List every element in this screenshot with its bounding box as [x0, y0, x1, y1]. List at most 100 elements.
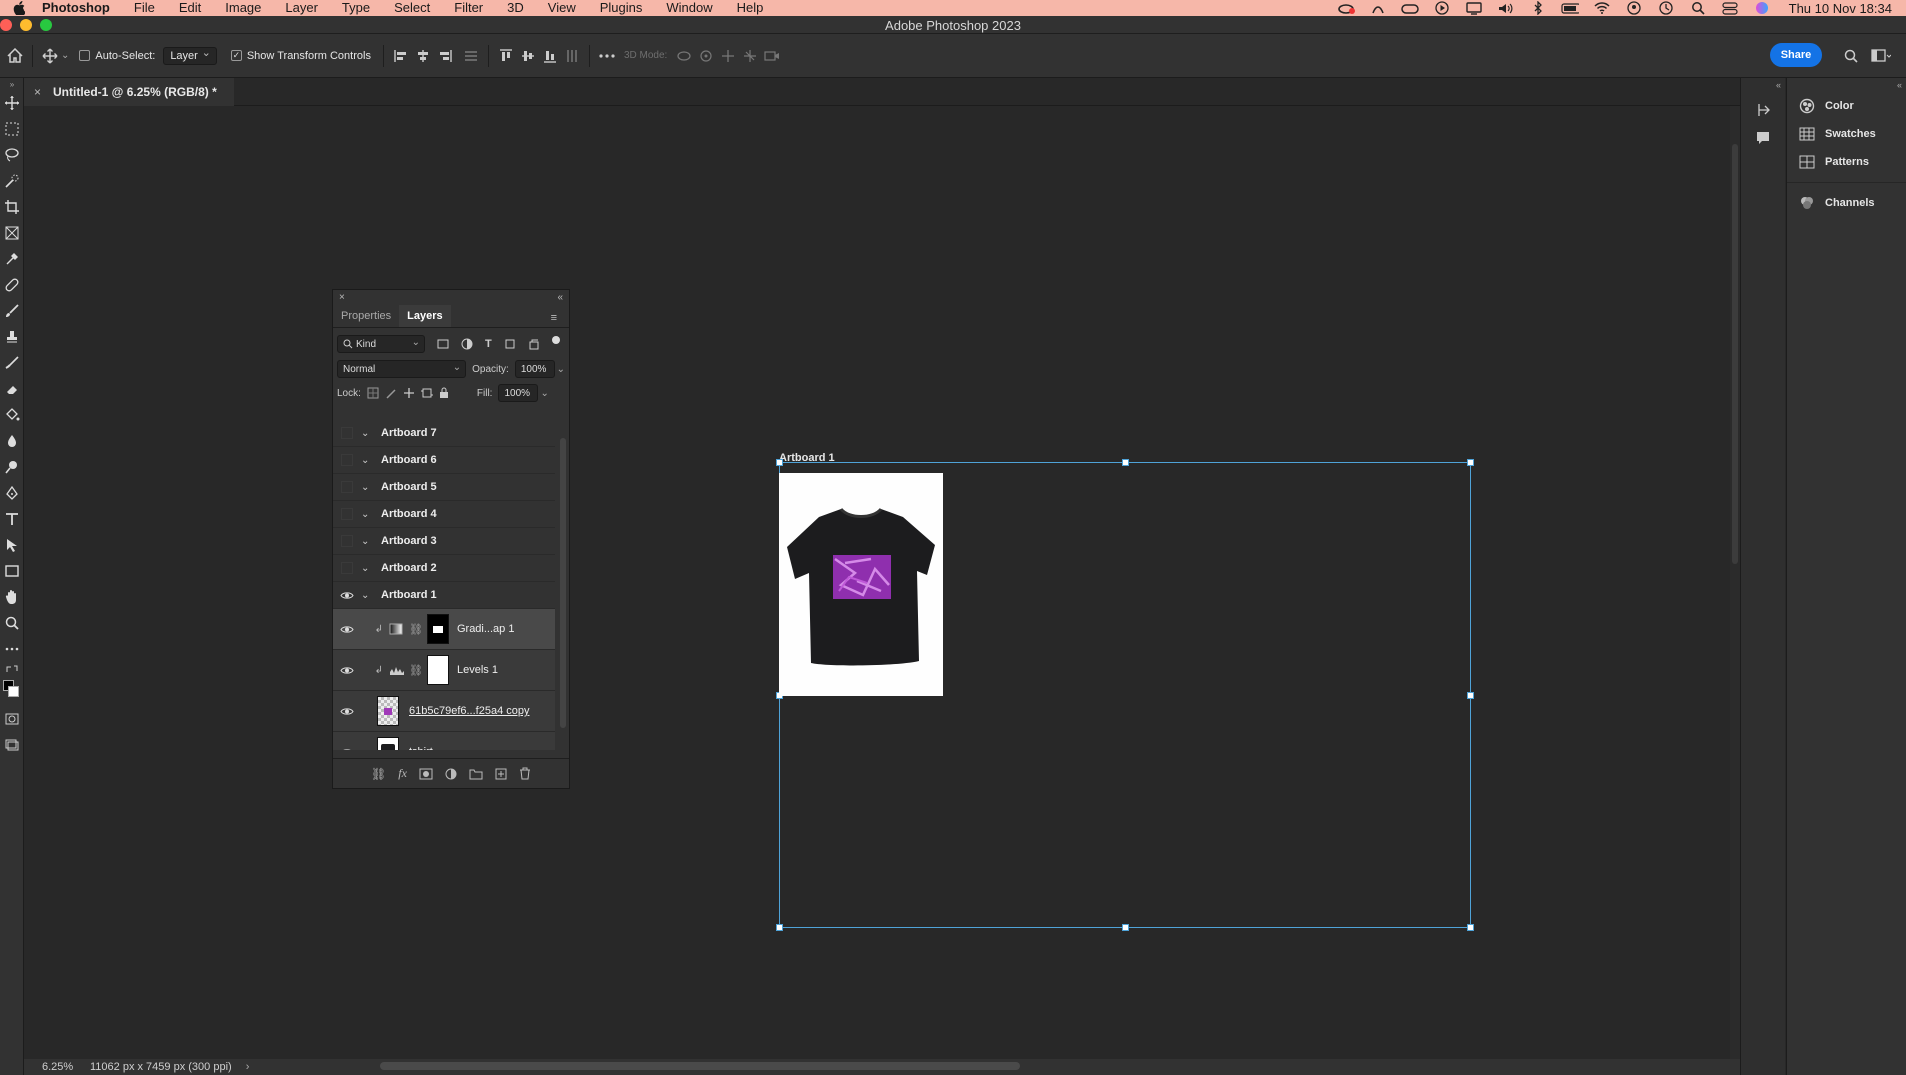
- layer-row[interactable]: tshirt: [333, 732, 555, 750]
- align-left-icon[interactable]: [390, 45, 412, 67]
- opacity-input[interactable]: 100%: [514, 360, 555, 378]
- tab-properties[interactable]: Properties: [333, 305, 399, 327]
- align-bottom-icon[interactable]: [539, 45, 561, 67]
- acrobat-icon[interactable]: [1369, 1, 1387, 15]
- bluetooth-icon[interactable]: [1529, 1, 1547, 15]
- lock-artboard-icon[interactable]: [420, 387, 433, 399]
- rectangle-tool-icon[interactable]: [0, 558, 24, 584]
- frame-tool-icon[interactable]: [0, 220, 24, 246]
- lock-position-icon[interactable]: [403, 387, 415, 399]
- lock-pixels-icon[interactable]: [385, 387, 397, 399]
- layer-thumbnail[interactable]: [377, 737, 399, 750]
- visibility-toggle[interactable]: [341, 508, 353, 520]
- link-icon[interactable]: ⛓: [409, 664, 423, 677]
- menu-file[interactable]: File: [122, 0, 167, 16]
- horizontal-scrollbar[interactable]: [380, 1062, 1020, 1070]
- align-middle-icon[interactable]: [517, 45, 539, 67]
- link-icon[interactable]: ⛓: [409, 623, 423, 636]
- screen-mode-icon[interactable]: [0, 732, 24, 758]
- layer-row[interactable]: ↲ ⛓ Gradi...ap 1: [333, 609, 555, 650]
- menu-edit[interactable]: Edit: [167, 0, 213, 16]
- pen-tool-icon[interactable]: [0, 480, 24, 506]
- layer-row[interactable]: ⌄ Artboard 5: [333, 474, 555, 501]
- menu-3d[interactable]: 3D: [495, 0, 536, 16]
- visibility-toggle[interactable]: [341, 535, 353, 547]
- filter-pixel-icon[interactable]: [437, 339, 449, 349]
- battery-icon[interactable]: [1561, 1, 1579, 15]
- spotlight-search-icon[interactable]: [1689, 1, 1707, 15]
- paint-bucket-tool-icon[interactable]: [0, 402, 24, 428]
- menu-type[interactable]: Type: [330, 0, 382, 16]
- vertical-scrollbar[interactable]: [1730, 106, 1740, 1059]
- align-center-icon[interactable]: [412, 45, 434, 67]
- layer-mask-thumbnail[interactable]: [426, 655, 449, 685]
- panel-channels[interactable]: Channels: [1787, 189, 1906, 217]
- tshirt-image[interactable]: [779, 473, 943, 696]
- link-layers-icon[interactable]: ⛓: [371, 767, 386, 781]
- menu-view[interactable]: View: [536, 0, 588, 16]
- transform-handle-top-left[interactable]: [776, 459, 783, 466]
- layer-row[interactable]: 61b5c79ef6...f25a4 copy: [333, 691, 555, 732]
- 3d-roll-icon[interactable]: [695, 45, 717, 67]
- dodge-tool-icon[interactable]: [0, 454, 24, 480]
- search-icon[interactable]: [1840, 45, 1862, 67]
- close-panel-icon[interactable]: ×: [339, 292, 345, 303]
- collapse-panels-icon[interactable]: «: [1897, 80, 1902, 90]
- share-button[interactable]: Share: [1770, 43, 1822, 67]
- fx-icon[interactable]: fx: [398, 766, 407, 781]
- blend-mode-dropdown[interactable]: Normal ⌄: [337, 360, 467, 378]
- swap-colors-icon[interactable]: [0, 662, 24, 676]
- menu-window[interactable]: Window: [654, 0, 724, 16]
- panel-color[interactable]: Color: [1787, 92, 1906, 120]
- layer-mask-thumbnail[interactable]: [426, 614, 449, 644]
- 3d-camera-icon[interactable]: [761, 45, 783, 67]
- new-adjustment-icon[interactable]: [445, 768, 457, 780]
- menubar-clock[interactable]: Thu 10 Nov 18:34: [1789, 1, 1892, 16]
- move-tool-preset-icon[interactable]: [39, 45, 61, 67]
- fill-input[interactable]: 100%: [498, 384, 539, 402]
- gamepad-icon[interactable]: [1400, 1, 1419, 15]
- control-center-icon[interactable]: [1721, 1, 1739, 15]
- layer-row[interactable]: ⌄ Artboard 7: [333, 420, 555, 447]
- zoom-level[interactable]: 6.25%: [24, 1061, 84, 1073]
- filter-shape-icon[interactable]: [504, 338, 516, 350]
- lock-all-icon[interactable]: [439, 387, 449, 399]
- layer-row[interactable]: ⌄ Artboard 4: [333, 501, 555, 528]
- user-icon[interactable]: [1625, 1, 1643, 15]
- brush-tool-icon[interactable]: [0, 298, 24, 324]
- layer-thumbnail[interactable]: [377, 696, 399, 726]
- 3d-slide-icon[interactable]: [739, 45, 761, 67]
- panel-menu-icon[interactable]: ≡: [543, 307, 565, 329]
- transform-handle-top[interactable]: [1122, 459, 1129, 466]
- menu-select[interactable]: Select: [382, 0, 442, 16]
- chevron-down-icon[interactable]: ⌄: [361, 482, 375, 493]
- panel-patterns[interactable]: Patterns: [1787, 148, 1906, 176]
- workspace-icon[interactable]: [1870, 45, 1892, 67]
- layer-row[interactable]: ⌄ Artboard 6: [333, 447, 555, 474]
- healing-brush-tool-icon[interactable]: [0, 272, 24, 298]
- eye-icon[interactable]: [333, 625, 361, 634]
- visibility-toggle[interactable]: [341, 481, 353, 493]
- eye-icon[interactable]: [333, 666, 361, 675]
- 3d-orbit-icon[interactable]: [673, 45, 695, 67]
- chevron-down-icon[interactable]: ⌄: [361, 509, 375, 520]
- hand-tool-icon[interactable]: [0, 584, 24, 610]
- move-tool-icon[interactable]: [0, 90, 24, 116]
- siri-icon[interactable]: [1753, 1, 1771, 15]
- lock-transparent-icon[interactable]: [367, 387, 379, 399]
- transform-handle-bottom[interactable]: [1122, 924, 1129, 931]
- eraser-tool-icon[interactable]: [0, 376, 24, 402]
- collapse-tools-icon[interactable]: »: [0, 78, 24, 90]
- show-transform-checkbox[interactable]: ✓: [230, 50, 242, 61]
- opacity-slider-icon[interactable]: ⌄: [557, 364, 565, 375]
- chevron-right-icon[interactable]: ›: [246, 1061, 250, 1073]
- fill-slider-icon[interactable]: ⌄: [540, 388, 548, 399]
- time-machine-icon[interactable]: [1657, 1, 1675, 15]
- chevron-down-icon[interactable]: ⌄: [61, 50, 69, 61]
- menu-layer[interactable]: Layer: [273, 0, 330, 16]
- home-icon[interactable]: [4, 45, 26, 67]
- chevron-down-icon[interactable]: ⌄: [361, 563, 375, 574]
- filter-toggle[interactable]: [551, 336, 560, 344]
- collapse-strip-icon[interactable]: «: [1776, 80, 1781, 90]
- filter-adjustment-icon[interactable]: [461, 338, 473, 350]
